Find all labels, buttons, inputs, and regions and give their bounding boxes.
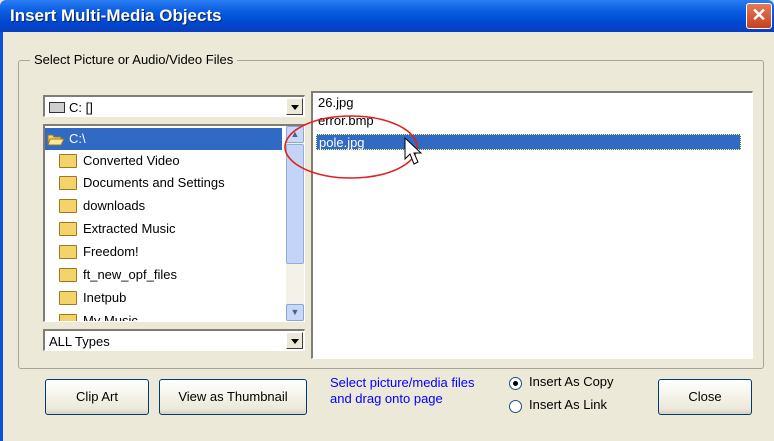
file-type-value: ALL Types xyxy=(49,334,110,349)
directory-item-converted-video[interactable]: Converted Video xyxy=(45,150,296,172)
directory-label: Inetpub xyxy=(83,290,127,305)
close-button[interactable]: Close xyxy=(658,379,752,415)
folder-icon xyxy=(59,313,77,321)
instruction-text: Select picture/media files and drag onto… xyxy=(330,375,475,407)
directory-label: My Music xyxy=(83,313,138,322)
directory-label: Freedom! xyxy=(83,244,139,259)
folder-icon xyxy=(59,175,77,190)
window-title: Insert Multi-Media Objects xyxy=(10,6,222,25)
title-bar: Insert Multi-Media Objects ✕ xyxy=(0,0,774,32)
directory-label: ft_new_opf_files xyxy=(83,267,177,282)
directory-item-downloads[interactable]: downloads xyxy=(45,195,296,217)
mouse-cursor-icon xyxy=(404,137,423,165)
folder-icon xyxy=(59,221,77,236)
directory-label: downloads xyxy=(83,198,146,213)
directory-item-documents-and-settings[interactable]: Documents and Settings xyxy=(45,172,296,194)
directory-item-root[interactable]: C:\ xyxy=(45,128,282,150)
close-icon: ✕ xyxy=(751,5,767,25)
directory-item-ft-new-opf-files[interactable]: ft_new_opf_files xyxy=(45,264,296,286)
file-type-dropdown-arrow[interactable] xyxy=(286,332,303,349)
file-item[interactable]: 26.jpg xyxy=(316,95,355,111)
insert-as-copy-label[interactable]: Insert As Copy xyxy=(529,374,614,389)
insert-as-link-radio[interactable] xyxy=(509,400,522,413)
directory-label: Extracted Music xyxy=(83,221,176,236)
close-window-button[interactable]: ✕ xyxy=(746,3,772,29)
instruction-line-2: and drag onto page xyxy=(330,391,443,406)
window-border xyxy=(0,32,3,441)
folder-icon xyxy=(59,267,77,282)
insert-as-link-label[interactable]: Insert As Link xyxy=(529,397,607,412)
scroll-down-button[interactable]: ▼ xyxy=(286,304,304,321)
folder-icon xyxy=(59,244,77,259)
file-type-select[interactable]: ALL Types xyxy=(43,329,305,351)
view-thumbnail-button[interactable]: View as Thumbnail xyxy=(159,379,307,415)
directory-item-freedom[interactable]: Freedom! xyxy=(45,241,296,263)
clip-art-button[interactable]: Clip Art xyxy=(45,379,149,415)
drive-icon xyxy=(49,102,65,114)
open-folder-icon xyxy=(47,134,65,146)
directory-item-my-music[interactable]: My Music xyxy=(45,310,296,322)
insert-as-copy-radio[interactable] xyxy=(509,377,522,390)
folder-icon xyxy=(59,198,77,213)
folder-icon xyxy=(59,290,77,305)
directory-list[interactable]: C:\ Converted Video Documents and Settin… xyxy=(43,124,305,322)
directory-item-inetpub[interactable]: Inetpub xyxy=(45,287,296,309)
group-label: Select Picture or Audio/Video Files xyxy=(30,52,238,67)
directory-label: Converted Video xyxy=(83,153,180,168)
directory-label: C:\ xyxy=(69,131,86,146)
directory-item-extracted-music[interactable]: Extracted Music xyxy=(45,218,296,240)
folder-icon xyxy=(59,153,77,168)
drive-select[interactable]: C: [] xyxy=(43,95,305,117)
directory-label: Documents and Settings xyxy=(83,175,225,190)
drive-value: C: [] xyxy=(69,100,93,115)
instruction-line-1: Select picture/media files xyxy=(330,375,475,390)
